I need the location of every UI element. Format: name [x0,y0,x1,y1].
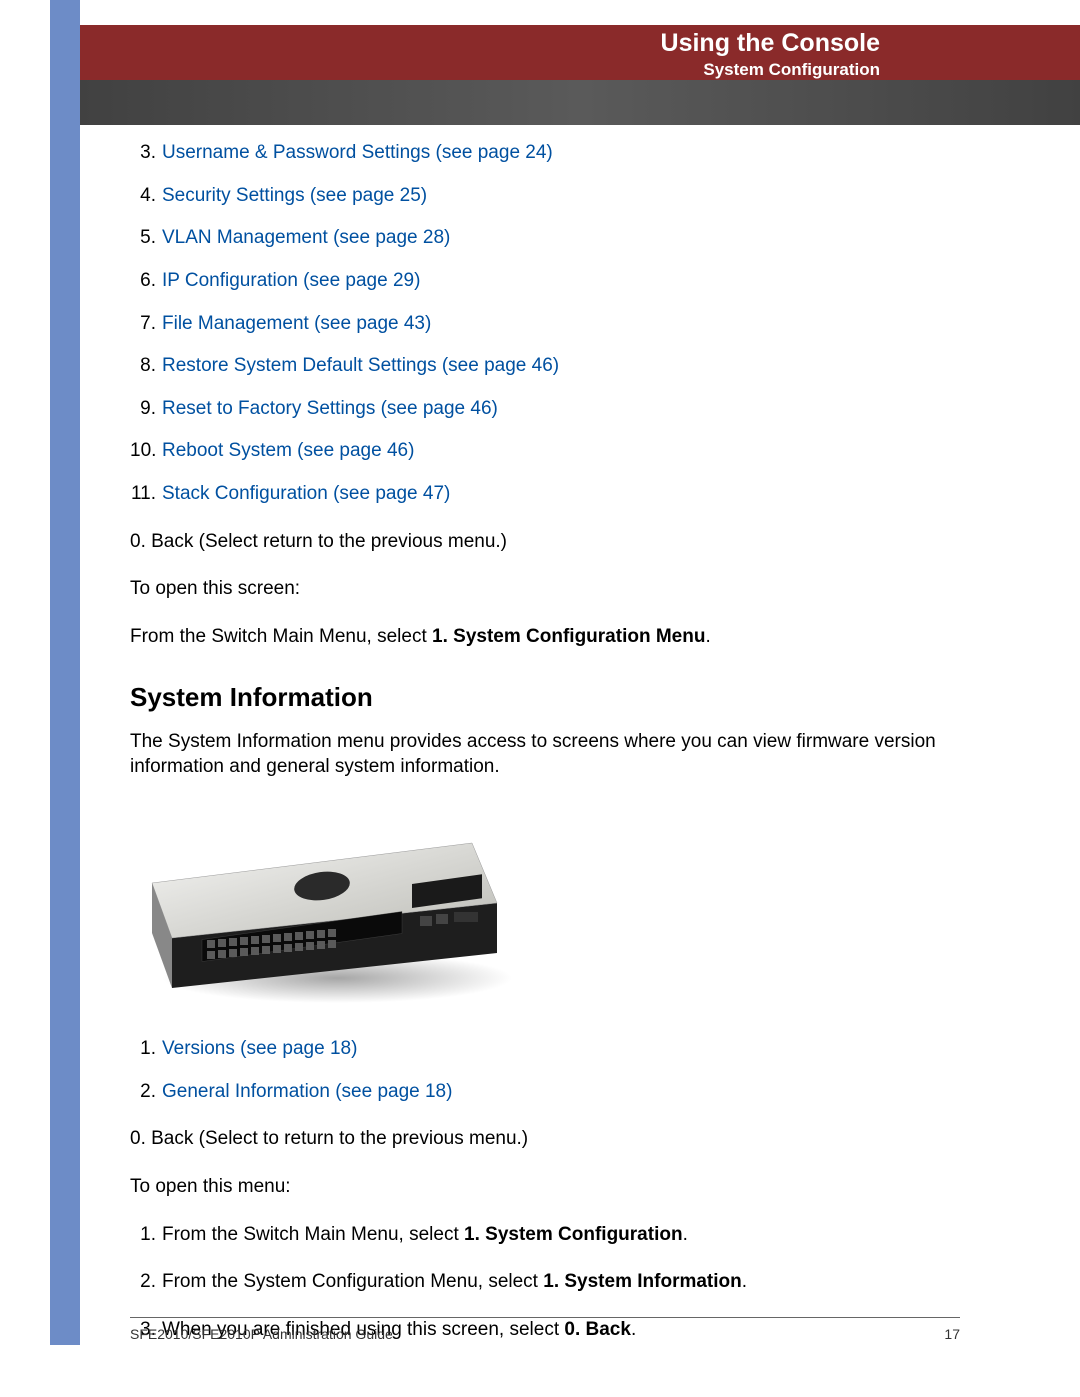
header-subtitle: System Configuration [80,60,880,80]
toc-item: 7.File Management (see page 43) [130,311,960,337]
toc-num: 6. [130,268,162,294]
step-text: From the System Configuration Menu, sele… [162,1269,747,1295]
text: System Information [168,731,332,752]
back-line-1: 0. Back (Select return to the previous m… [130,529,960,555]
text: , select [367,626,432,647]
from-line-1: From the Switch Main Menu, select 1. Sys… [130,624,960,650]
footer-guide: SFE2010/SFE2010P Administration Guide [130,1326,393,1342]
toc-item: 3.Username & Password Settings (see page… [130,140,960,166]
toc-item: 1.Versions (see page 18) [130,1036,960,1062]
toc-num: 7. [130,311,162,337]
switch-device-image [142,798,522,1008]
text: . [705,626,710,647]
toc-item: 5.VLAN Management (see page 28) [130,225,960,251]
step-text: From the Switch Main Menu, select 1. Sys… [162,1222,688,1248]
step-item: 2. From the System Configuration Menu, s… [130,1269,960,1295]
toc-link[interactable]: Reset to Factory Settings (see page 46) [162,396,498,422]
toc-link[interactable]: VLAN Management (see page 28) [162,225,450,251]
toc-num: 5. [130,225,162,251]
toc-item: 6.IP Configuration (see page 29) [130,268,960,294]
toc-item: 10.Reboot System (see page 46) [130,438,960,464]
toc-link[interactable]: Versions (see page 18) [162,1036,357,1062]
toc-link[interactable]: Reboot System (see page 46) [162,438,414,464]
side-blue-bar [50,0,80,1345]
footer-page-number: 17 [944,1326,960,1342]
toc-item: 11.Stack Configuration (see page 47) [130,481,960,507]
toc-link[interactable]: Username & Password Settings (see page 2… [162,140,553,166]
toc-link[interactable]: Stack Configuration (see page 47) [162,481,450,507]
header-gray-bar [80,80,1080,125]
toc-item: 9.Reset to Factory Settings (see page 46… [130,396,960,422]
toc-num: 11. [130,481,162,507]
page-footer: SFE2010/SFE2010P Administration Guide 17 [130,1317,960,1342]
text: Switch Main Menu [211,626,366,647]
text-bold: 1. System Configuration Menu [432,626,705,647]
toc-num: 4. [130,183,162,209]
toc-num: 3. [130,140,162,166]
page-content: 3.Username & Password Settings (see page… [130,140,960,1365]
toc-num: 9. [130,396,162,422]
to-open-1: To open this screen: [130,576,960,602]
toc-link[interactable]: Security Settings (see page 25) [162,183,427,209]
toc-list-1: 3.Username & Password Settings (see page… [130,140,960,507]
toc-link[interactable]: File Management (see page 43) [162,311,431,337]
toc-link[interactable]: IP Configuration (see page 29) [162,268,420,294]
header-title: Using the Console [80,29,880,58]
toc-num: 8. [130,353,162,379]
section-paragraph: The System Information menu provides acc… [130,729,960,780]
toc-link[interactable]: Restore System Default Settings (see pag… [162,353,559,379]
step-num: 1. [130,1222,162,1248]
toc-item: 4.Security Settings (see page 25) [130,183,960,209]
step-item: 1. From the Switch Main Menu, select 1. … [130,1222,960,1248]
text: From the [130,626,211,647]
to-open-2: To open this menu: [130,1174,960,1200]
header-banner: Using the Console System Configuration [80,25,1080,80]
toc-num: 1. [130,1036,162,1062]
toc-num: 10. [130,438,162,464]
back-line-2: 0. Back (Select to return to the previou… [130,1126,960,1152]
step-num: 2. [130,1269,162,1295]
toc-num: 2. [130,1079,162,1105]
toc-item: 2.General Information (see page 18) [130,1079,960,1105]
toc-item: 8.Restore System Default Settings (see p… [130,353,960,379]
text: The [130,731,168,752]
toc-list-2: 1.Versions (see page 18) 2.General Infor… [130,1036,960,1104]
section-heading: System Information [130,680,960,715]
toc-link[interactable]: General Information (see page 18) [162,1079,452,1105]
